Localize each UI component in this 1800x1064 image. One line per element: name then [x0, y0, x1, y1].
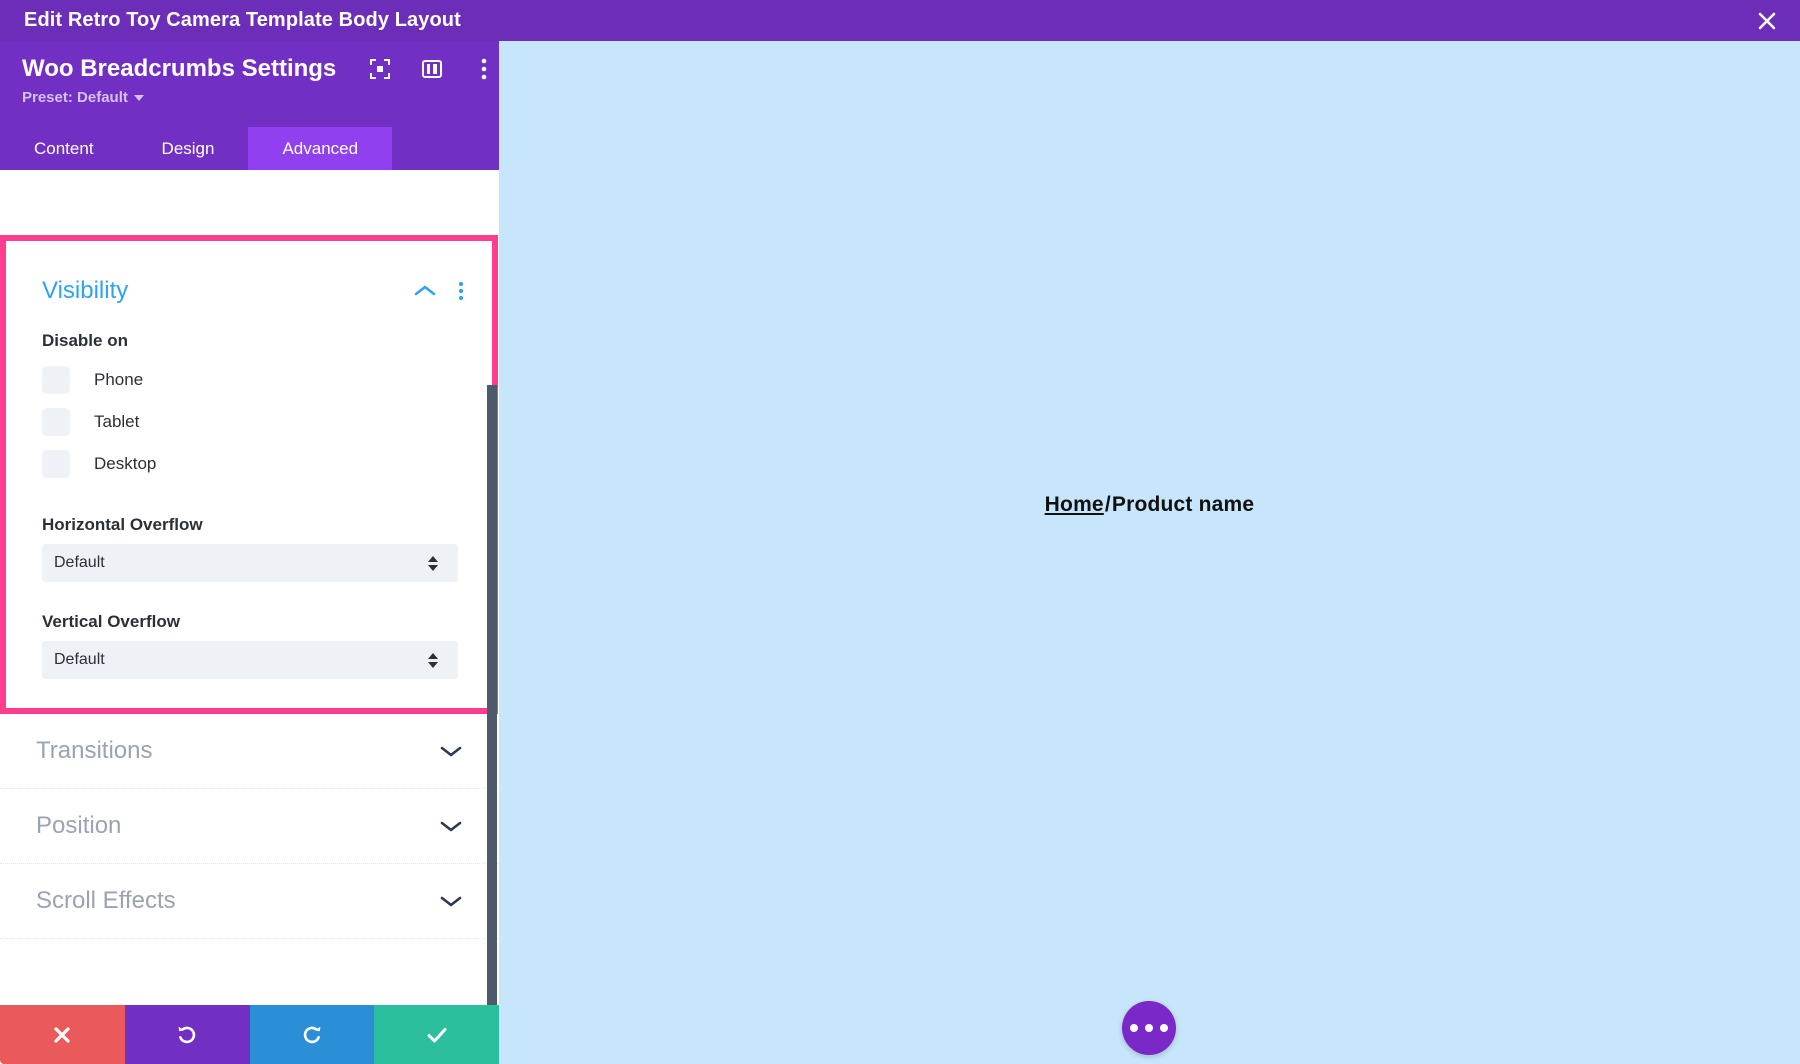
page-preview: Home/Product name [499, 41, 1800, 1064]
section-scroll-effects-label: Scroll Effects [36, 887, 176, 914]
checkbox-label-phone: Phone [94, 370, 144, 389]
ellipsis-icon [1130, 1024, 1138, 1032]
select-arrows-icon [428, 652, 438, 668]
chevron-down-icon[interactable] [440, 819, 462, 833]
section-transitions-label: Transitions [36, 737, 153, 764]
layout-columns-icon[interactable] [420, 57, 444, 81]
section-transitions[interactable]: Transitions [0, 714, 498, 789]
divi-builder-screen: Edit Retro Toy Camera Template Body Layo… [0, 0, 1800, 1064]
tab-advanced[interactable]: Advanced [248, 127, 393, 170]
window-titlebar: Edit Retro Toy Camera Template Body Layo… [0, 0, 1800, 41]
undo-arrow-icon [178, 1026, 196, 1043]
checkbox-tablet[interactable] [42, 408, 70, 436]
checkbox-phone[interactable] [42, 366, 70, 394]
redo-button[interactable] [249, 1005, 375, 1064]
disable-on-label: Disable on [42, 331, 128, 350]
undo-button[interactable] [124, 1005, 250, 1064]
chevron-up-icon[interactable] [414, 284, 436, 298]
horizontal-overflow-label: Horizontal Overflow [42, 515, 203, 534]
save-button[interactable] [374, 1005, 499, 1064]
section-title: Visibility [42, 277, 129, 304]
checkbox-row-phone[interactable]: Phone [42, 359, 456, 401]
builder-fab-button[interactable] [1122, 1001, 1176, 1055]
preset-selector[interactable]: Preset: Default [22, 89, 144, 106]
tab-design[interactable]: Design [127, 127, 249, 170]
chevron-down-icon [133, 94, 144, 101]
panel-tabs: Content Design Advanced [0, 127, 499, 170]
chevron-down-icon[interactable] [440, 894, 462, 908]
ellipsis-icon [1145, 1024, 1153, 1032]
ellipsis-icon [1160, 1024, 1168, 1032]
panel-body: Visibility Disable on Phone Tablet Deskt… [0, 170, 499, 1064]
vertical-dots-icon[interactable] [472, 57, 496, 81]
chevron-down-icon[interactable] [440, 744, 462, 758]
vertical-dots-icon[interactable] [458, 281, 464, 301]
redo-arrow-icon [303, 1026, 321, 1043]
vertical-overflow-select[interactable]: Default [42, 641, 458, 679]
module-settings-panel: Woo Breadcrumbs Settings Preset: Default… [0, 41, 499, 1064]
panel-scrollbar[interactable] [487, 385, 497, 1021]
window-title: Edit Retro Toy Camera Template Body Layo… [24, 9, 461, 31]
section-position-label: Position [36, 812, 122, 839]
panel-title: Woo Breadcrumbs Settings [22, 55, 337, 82]
focus-target-icon[interactable] [368, 57, 392, 81]
tab-content[interactable]: Content [0, 127, 128, 170]
section-position[interactable]: Position [0, 789, 498, 864]
checkbox-desktop[interactable] [42, 450, 70, 478]
vertical-overflow-label: Vertical Overflow [42, 612, 180, 631]
checkbox-label-tablet: Tablet [94, 412, 140, 431]
select-arrows-icon [428, 555, 438, 571]
cancel-button[interactable] [0, 1005, 125, 1064]
horizontal-overflow-select[interactable]: Default [42, 544, 458, 582]
checkbox-label-desktop: Desktop [94, 454, 157, 473]
vertical-overflow-value: Default [54, 651, 105, 668]
preset-label: Preset: Default [22, 89, 128, 106]
checkmark-icon [427, 1027, 447, 1042]
breadcrumb-current: Product name [1111, 493, 1255, 516]
panel-header: Woo Breadcrumbs Settings Preset: Default… [0, 41, 499, 170]
visibility-section-header[interactable]: Visibility [6, 241, 492, 305]
breadcrumb-separator: / [1104, 493, 1111, 516]
breadcrumb: Home/Product name [499, 493, 1800, 517]
section-scroll-effects[interactable]: Scroll Effects [0, 864, 498, 939]
horizontal-overflow-value: Default [54, 554, 105, 571]
checkbox-row-tablet[interactable]: Tablet [42, 401, 456, 443]
checkbox-row-desktop[interactable]: Desktop [42, 443, 456, 485]
close-icon[interactable] [1734, 0, 1800, 41]
visibility-section: Visibility Disable on Phone Tablet Deskt… [0, 235, 498, 714]
close-x-icon [54, 1026, 70, 1043]
breadcrumb-home-link[interactable]: Home [1045, 493, 1104, 516]
panel-header-icons [368, 57, 496, 81]
panel-action-bar [0, 1005, 499, 1064]
